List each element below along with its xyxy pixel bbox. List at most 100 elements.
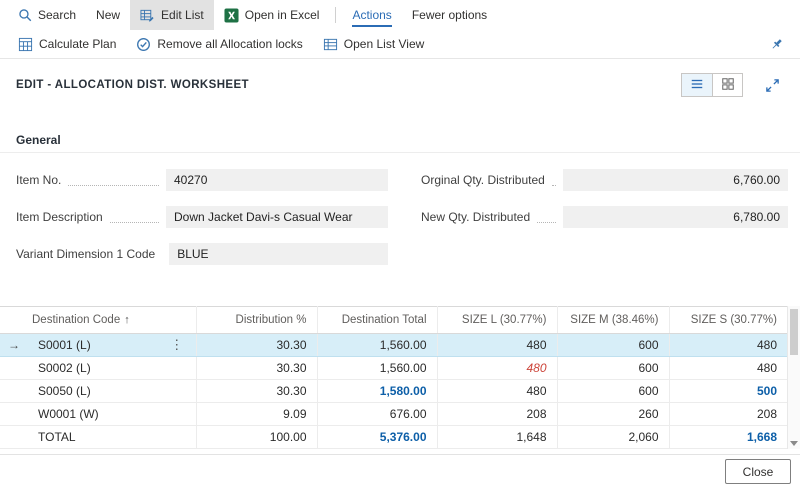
table-row[interactable]: S0002 (L) 30.30 1,560.00 480 600 480 [0,357,787,380]
row-menu-column-header [158,307,196,334]
destination-code-cell[interactable]: TOTAL [28,426,158,449]
item-no-label: Item No. [16,173,61,187]
search-button[interactable]: Search [8,0,86,30]
size-l-cell[interactable]: 480 [437,357,557,380]
new-button[interactable]: New [86,0,130,30]
search-icon [18,8,32,22]
size-l-cell[interactable]: 480 [437,334,557,357]
size-m-cell[interactable]: 600 [557,380,669,403]
new-qty-label: New Qty. Distributed [421,210,530,224]
remove-allocation-locks-label: Remove all Allocation locks [157,37,302,51]
expand-page-icon[interactable] [765,78,780,93]
destination-total-header[interactable]: Destination Total [317,307,437,334]
size-s-cell[interactable]: 480 [669,334,787,357]
list-layout-button[interactable] [682,74,712,96]
edit-list-icon [140,8,155,23]
vertical-scrollbar[interactable] [787,306,800,449]
open-list-view-button[interactable]: Open List View [313,30,435,58]
calculate-plan-icon [18,37,33,52]
distribution-pct-cell[interactable]: 100.00 [196,426,317,449]
size-m-header[interactable]: SIZE M (38.46%) [557,307,669,334]
row-selector-icon[interactable]: → [0,334,28,357]
new-qty-row: New Qty. Distributed [421,206,788,228]
original-qty-field[interactable] [563,169,788,191]
item-description-label: Item Description [16,210,103,224]
dotted-leader [537,211,556,223]
row-menu-cell[interactable] [158,380,196,403]
destination-total-cell[interactable]: 5,376.00 [317,426,437,449]
remove-allocation-locks-button[interactable]: Remove all Allocation locks [126,30,312,58]
size-l-cell[interactable]: 480 [437,380,557,403]
tile-layout-button[interactable] [712,74,742,96]
scrollbar-thumb[interactable] [790,309,798,355]
size-l-cell[interactable]: 1,648 [437,426,557,449]
allocation-grid: Destination Code ↑ Distribution % Destin… [0,306,800,449]
destination-code-cell[interactable]: S0050 (L) [28,380,158,403]
calculate-plan-button[interactable]: Calculate Plan [8,30,126,58]
destination-total-cell[interactable]: 1,560.00 [317,357,437,380]
destination-total-cell[interactable]: 1,580.00 [317,380,437,403]
new-label: New [96,8,120,22]
distribution-pct-cell[interactable]: 30.30 [196,357,317,380]
distribution-pct-header[interactable]: Distribution % [196,307,317,334]
row-selector-cell[interactable] [0,426,28,449]
row-selector-cell[interactable] [0,403,28,426]
scrollbar-down-arrow-icon[interactable] [790,441,798,446]
table-row[interactable]: W0001 (W) 9.09 676.00 208 260 208 [0,403,787,426]
actions-menu-button[interactable]: Actions [342,0,401,30]
distribution-pct-cell[interactable]: 30.30 [196,380,317,403]
search-label: Search [38,8,76,22]
original-qty-row: Orginal Qty. Distributed [421,169,788,191]
size-l-cell[interactable]: 208 [437,403,557,426]
table-row[interactable]: S0050 (L) 30.30 1,580.00 480 600 500 [0,380,787,403]
size-s-header[interactable]: SIZE S (30.77%) [669,307,787,334]
destination-code-cell[interactable]: W0001 (W) [28,403,158,426]
destination-total-cell[interactable]: 676.00 [317,403,437,426]
edit-list-button[interactable]: Edit List [130,0,214,30]
row-menu-cell[interactable] [158,426,196,449]
size-m-cell[interactable]: 260 [557,403,669,426]
fewer-options-button[interactable]: Fewer options [402,0,497,30]
item-no-field[interactable] [166,169,388,191]
row-menu-cell[interactable] [158,403,196,426]
fields-right-column: Orginal Qty. Distributed New Qty. Distri… [421,169,788,280]
close-button[interactable]: Close [725,459,791,484]
open-in-excel-label: Open in Excel [245,8,320,22]
open-in-excel-button[interactable]: Open in Excel [214,0,330,30]
section-general[interactable]: General [16,133,784,147]
dotted-leader [110,211,159,223]
item-description-field[interactable] [166,206,388,228]
sub-action-toolbar: Calculate Plan Remove all Allocation loc… [0,30,800,59]
size-s-cell[interactable]: 208 [669,403,787,426]
destination-code-cell[interactable]: S0001 (L) [28,334,158,357]
size-l-header[interactable]: SIZE L (30.77%) [437,307,557,334]
fewer-options-label: Fewer options [412,8,487,22]
destination-code-cell[interactable]: S0002 (L) [28,357,158,380]
distribution-pct-cell[interactable]: 30.30 [196,334,317,357]
table-total-row[interactable]: TOTAL 100.00 5,376.00 1,648 2,060 1,668 [0,426,787,449]
size-m-cell[interactable]: 600 [557,357,669,380]
new-qty-field[interactable] [563,206,788,228]
destination-code-header[interactable]: Destination Code ↑ [28,307,158,334]
row-menu-cell[interactable] [158,357,196,380]
item-description-row: Item Description [16,206,388,228]
distribution-pct-cell[interactable]: 9.09 [196,403,317,426]
size-m-cell[interactable]: 2,060 [557,426,669,449]
selector-column-header [0,307,28,334]
row-selector-cell[interactable] [0,380,28,403]
unpin-toolbar-icon[interactable] [761,37,792,52]
size-s-cell[interactable]: 500 [669,380,787,403]
size-s-cell[interactable]: 1,668 [669,426,787,449]
destination-total-cell[interactable]: 1,560.00 [317,334,437,357]
table-row[interactable]: → S0001 (L) ⋮ 30.30 1,560.00 480 600 480 [0,334,787,357]
variant-dimension-field[interactable] [169,243,388,265]
size-s-cell[interactable]: 480 [669,357,787,380]
row-selector-cell[interactable] [0,357,28,380]
row-menu-icon[interactable]: ⋮ [158,334,196,357]
item-no-row: Item No. [16,169,388,191]
variant-dimension-label: Variant Dimension 1 Code [16,247,155,261]
excel-icon [224,8,239,23]
size-m-cell[interactable]: 600 [557,334,669,357]
dotted-leader [68,174,159,186]
list-view-icon [323,37,338,52]
